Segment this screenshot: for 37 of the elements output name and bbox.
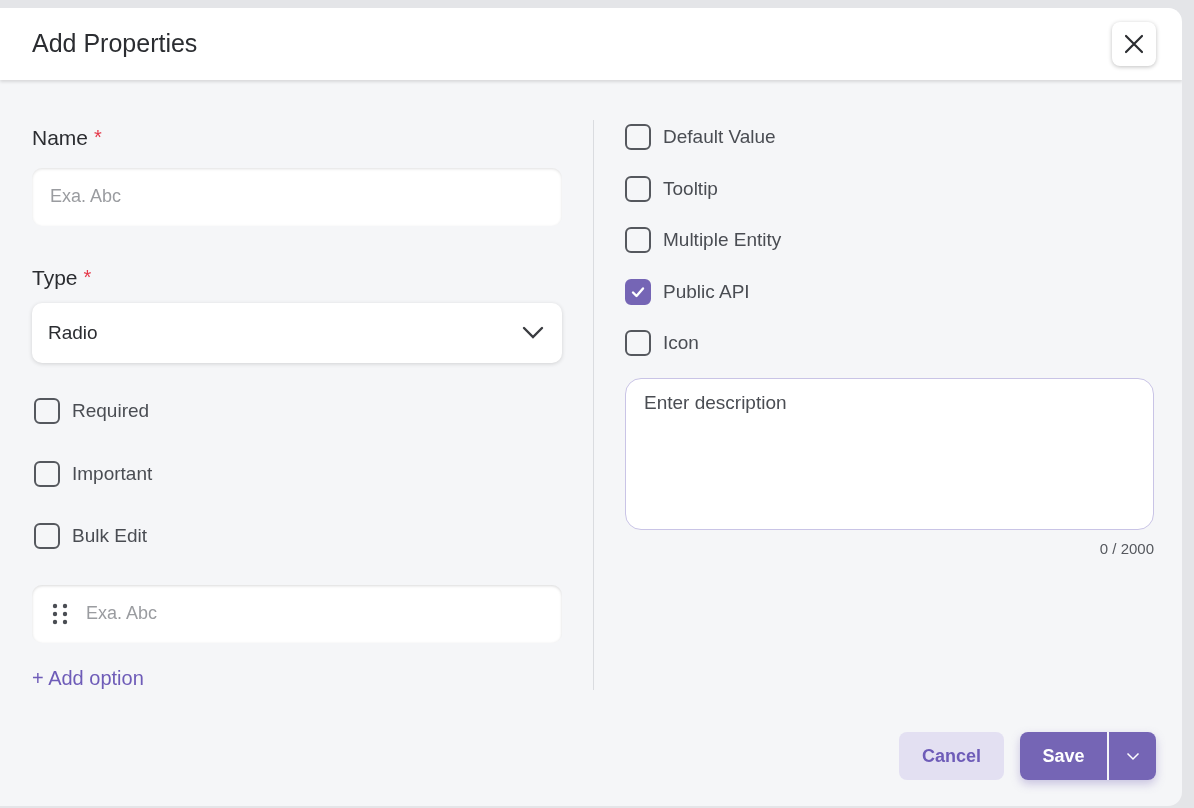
checkbox-label: Default Value xyxy=(663,125,776,149)
checkbox-label: Public API xyxy=(663,279,750,304)
checkbox-label: Multiple Entity xyxy=(663,228,782,252)
close-button[interactable] xyxy=(1112,22,1156,66)
checkbox[interactable] xyxy=(625,278,651,305)
checkbox[interactable] xyxy=(625,227,651,254)
checkbox[interactable] xyxy=(625,175,651,202)
checkbox-label: Tooltip xyxy=(663,176,718,201)
field-label: Type xyxy=(32,264,78,291)
check-icon xyxy=(631,285,645,298)
required-mark: * xyxy=(83,264,92,290)
type-select[interactable]: Radio xyxy=(32,303,562,363)
checkbox-label: Important xyxy=(72,461,153,486)
add-option-link[interactable]: + Add option xyxy=(32,662,144,693)
checkbox[interactable] xyxy=(34,523,60,550)
close-icon xyxy=(1124,34,1144,54)
chevron-down-icon xyxy=(1125,751,1140,761)
checkbox-label: Required xyxy=(72,399,150,423)
drag-handle-icon xyxy=(52,602,68,625)
dialog-title: Add Properties xyxy=(32,28,198,60)
save-options-button[interactable] xyxy=(1107,732,1156,780)
checkbox[interactable] xyxy=(34,460,60,487)
checkbox-label: Bulk Edit xyxy=(72,524,147,548)
cancel-button[interactable]: Cancel xyxy=(899,732,1004,780)
checkbox[interactable] xyxy=(625,124,651,151)
character-counter: 0 / 2000 xyxy=(1099,538,1154,559)
checkbox[interactable] xyxy=(625,330,651,357)
option-field[interactable]: Exa. Abc xyxy=(32,584,562,643)
field-label: Name xyxy=(32,125,89,151)
checkbox-label: Icon xyxy=(663,331,699,355)
checkbox[interactable] xyxy=(34,398,60,425)
option-input-field[interactable]: Exa. Abc xyxy=(86,600,562,627)
required-mark: * xyxy=(94,125,102,150)
description-textarea[interactable]: Enter description xyxy=(625,377,1154,530)
save-button[interactable]: Save xyxy=(1020,732,1107,780)
name-input-field[interactable]: Exa. Abc xyxy=(32,167,562,226)
chevron-down-icon xyxy=(522,326,544,340)
